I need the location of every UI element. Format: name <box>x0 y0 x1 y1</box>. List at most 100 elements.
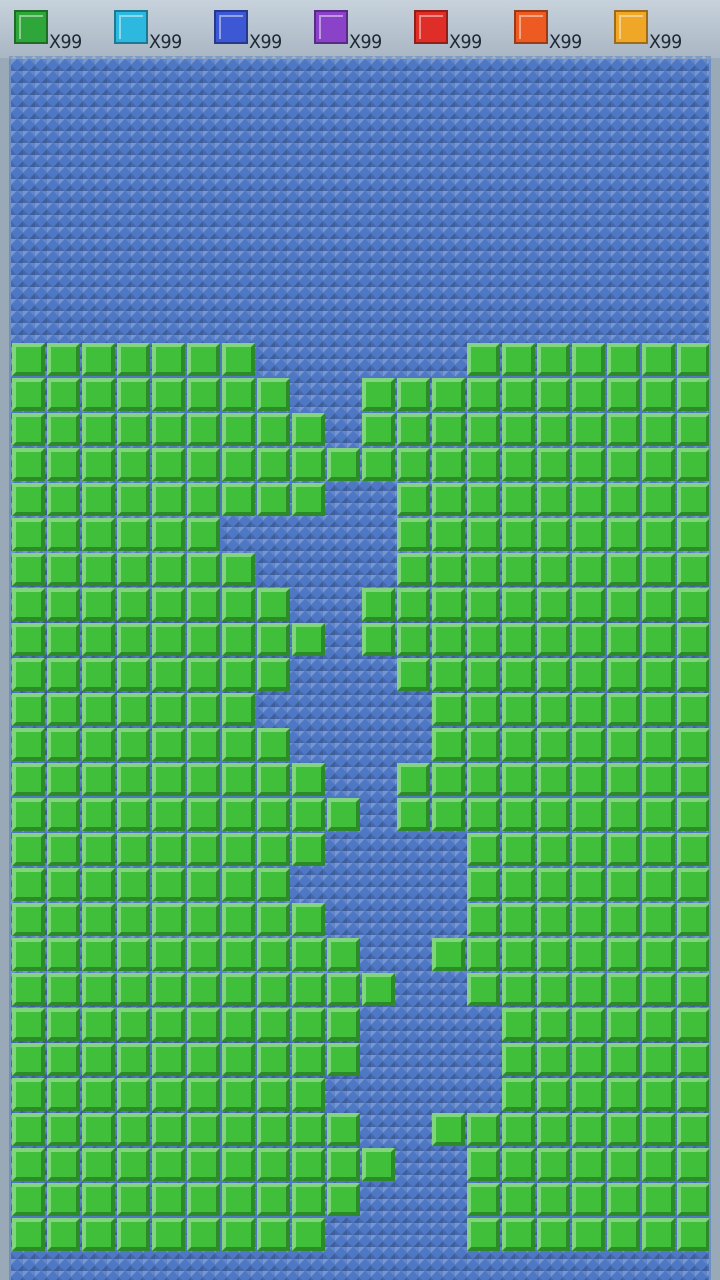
green-block[interactable] <box>152 763 185 796</box>
green-block[interactable] <box>467 623 500 656</box>
green-block[interactable] <box>537 903 570 936</box>
green-block[interactable] <box>327 1043 360 1076</box>
green-block[interactable] <box>82 1043 115 1076</box>
green-block[interactable] <box>607 693 640 726</box>
green-block[interactable] <box>152 938 185 971</box>
green-block[interactable] <box>292 413 325 446</box>
green-block[interactable] <box>327 1148 360 1181</box>
green-block[interactable] <box>502 938 535 971</box>
green-block[interactable] <box>677 658 710 691</box>
green-block[interactable] <box>257 378 290 411</box>
green-block[interactable] <box>642 903 675 936</box>
green-block[interactable] <box>572 1008 605 1041</box>
green-block[interactable] <box>502 798 535 831</box>
green-block[interactable] <box>12 1078 45 1111</box>
green-block[interactable] <box>117 1183 150 1216</box>
green-block[interactable] <box>187 1078 220 1111</box>
green-block[interactable] <box>572 553 605 586</box>
green-block[interactable] <box>187 1043 220 1076</box>
green-block[interactable] <box>257 1043 290 1076</box>
green-block[interactable] <box>642 833 675 866</box>
green-block[interactable] <box>572 693 605 726</box>
green-block[interactable] <box>47 378 80 411</box>
green-block[interactable] <box>82 833 115 866</box>
green-block[interactable] <box>467 1183 500 1216</box>
green-block[interactable] <box>642 448 675 481</box>
green-block[interactable] <box>467 693 500 726</box>
green-block[interactable] <box>327 1183 360 1216</box>
green-block[interactable] <box>222 938 255 971</box>
green-block[interactable] <box>117 728 150 761</box>
green-block[interactable] <box>607 413 640 446</box>
green-block[interactable] <box>12 1043 45 1076</box>
green-block[interactable] <box>397 448 430 481</box>
green-block[interactable] <box>642 1218 675 1251</box>
green-block[interactable] <box>257 868 290 901</box>
green-block[interactable] <box>12 658 45 691</box>
green-block[interactable] <box>572 343 605 376</box>
green-block[interactable] <box>187 1218 220 1251</box>
green-block[interactable] <box>82 1113 115 1146</box>
green-block[interactable] <box>257 1113 290 1146</box>
green-block[interactable] <box>292 1008 325 1041</box>
green-block[interactable] <box>607 973 640 1006</box>
green-block[interactable] <box>572 518 605 551</box>
green-block[interactable] <box>397 798 430 831</box>
green-block[interactable] <box>257 1183 290 1216</box>
green-block[interactable] <box>572 973 605 1006</box>
green-block[interactable] <box>117 868 150 901</box>
green-block[interactable] <box>642 483 675 516</box>
green-block[interactable] <box>642 623 675 656</box>
green-block[interactable] <box>222 623 255 656</box>
green-block[interactable] <box>12 973 45 1006</box>
green-block[interactable] <box>47 623 80 656</box>
green-block[interactable] <box>572 763 605 796</box>
green-block[interactable] <box>257 588 290 621</box>
green-block[interactable] <box>82 938 115 971</box>
green-block[interactable] <box>292 1183 325 1216</box>
green-block[interactable] <box>362 623 395 656</box>
green-block[interactable] <box>292 833 325 866</box>
green-block[interactable] <box>82 1148 115 1181</box>
green-block[interactable] <box>187 1183 220 1216</box>
green-block[interactable] <box>607 658 640 691</box>
green-block[interactable] <box>187 798 220 831</box>
green-block[interactable] <box>12 1008 45 1041</box>
green-block[interactable] <box>642 1148 675 1181</box>
green-block[interactable] <box>502 868 535 901</box>
green-block[interactable] <box>642 588 675 621</box>
green-block[interactable] <box>572 1113 605 1146</box>
green-block[interactable] <box>12 553 45 586</box>
green-block[interactable] <box>292 938 325 971</box>
green-block[interactable] <box>117 1078 150 1111</box>
green-block[interactable] <box>222 763 255 796</box>
green-block[interactable] <box>152 973 185 1006</box>
green-block[interactable] <box>47 518 80 551</box>
green-block[interactable] <box>642 1043 675 1076</box>
green-block[interactable] <box>502 658 535 691</box>
green-block[interactable] <box>572 1043 605 1076</box>
green-block[interactable] <box>257 413 290 446</box>
green-block[interactable] <box>537 938 570 971</box>
green-block[interactable] <box>537 973 570 1006</box>
green-block[interactable] <box>47 343 80 376</box>
green-block[interactable] <box>467 483 500 516</box>
green-block[interactable] <box>117 1008 150 1041</box>
green-block[interactable] <box>117 763 150 796</box>
green-block[interactable] <box>257 1148 290 1181</box>
green-block[interactable] <box>607 588 640 621</box>
green-block[interactable] <box>677 938 710 971</box>
green-block[interactable] <box>222 483 255 516</box>
green-block[interactable] <box>117 1113 150 1146</box>
green-block[interactable] <box>677 1078 710 1111</box>
green-block[interactable] <box>537 1183 570 1216</box>
green-block[interactable] <box>187 343 220 376</box>
green-block[interactable] <box>467 588 500 621</box>
green-block[interactable] <box>222 553 255 586</box>
green-block[interactable] <box>432 938 465 971</box>
green-block[interactable] <box>572 1183 605 1216</box>
green-block[interactable] <box>12 1183 45 1216</box>
green-block[interactable] <box>432 763 465 796</box>
green-block[interactable] <box>607 623 640 656</box>
green-block[interactable] <box>397 658 430 691</box>
